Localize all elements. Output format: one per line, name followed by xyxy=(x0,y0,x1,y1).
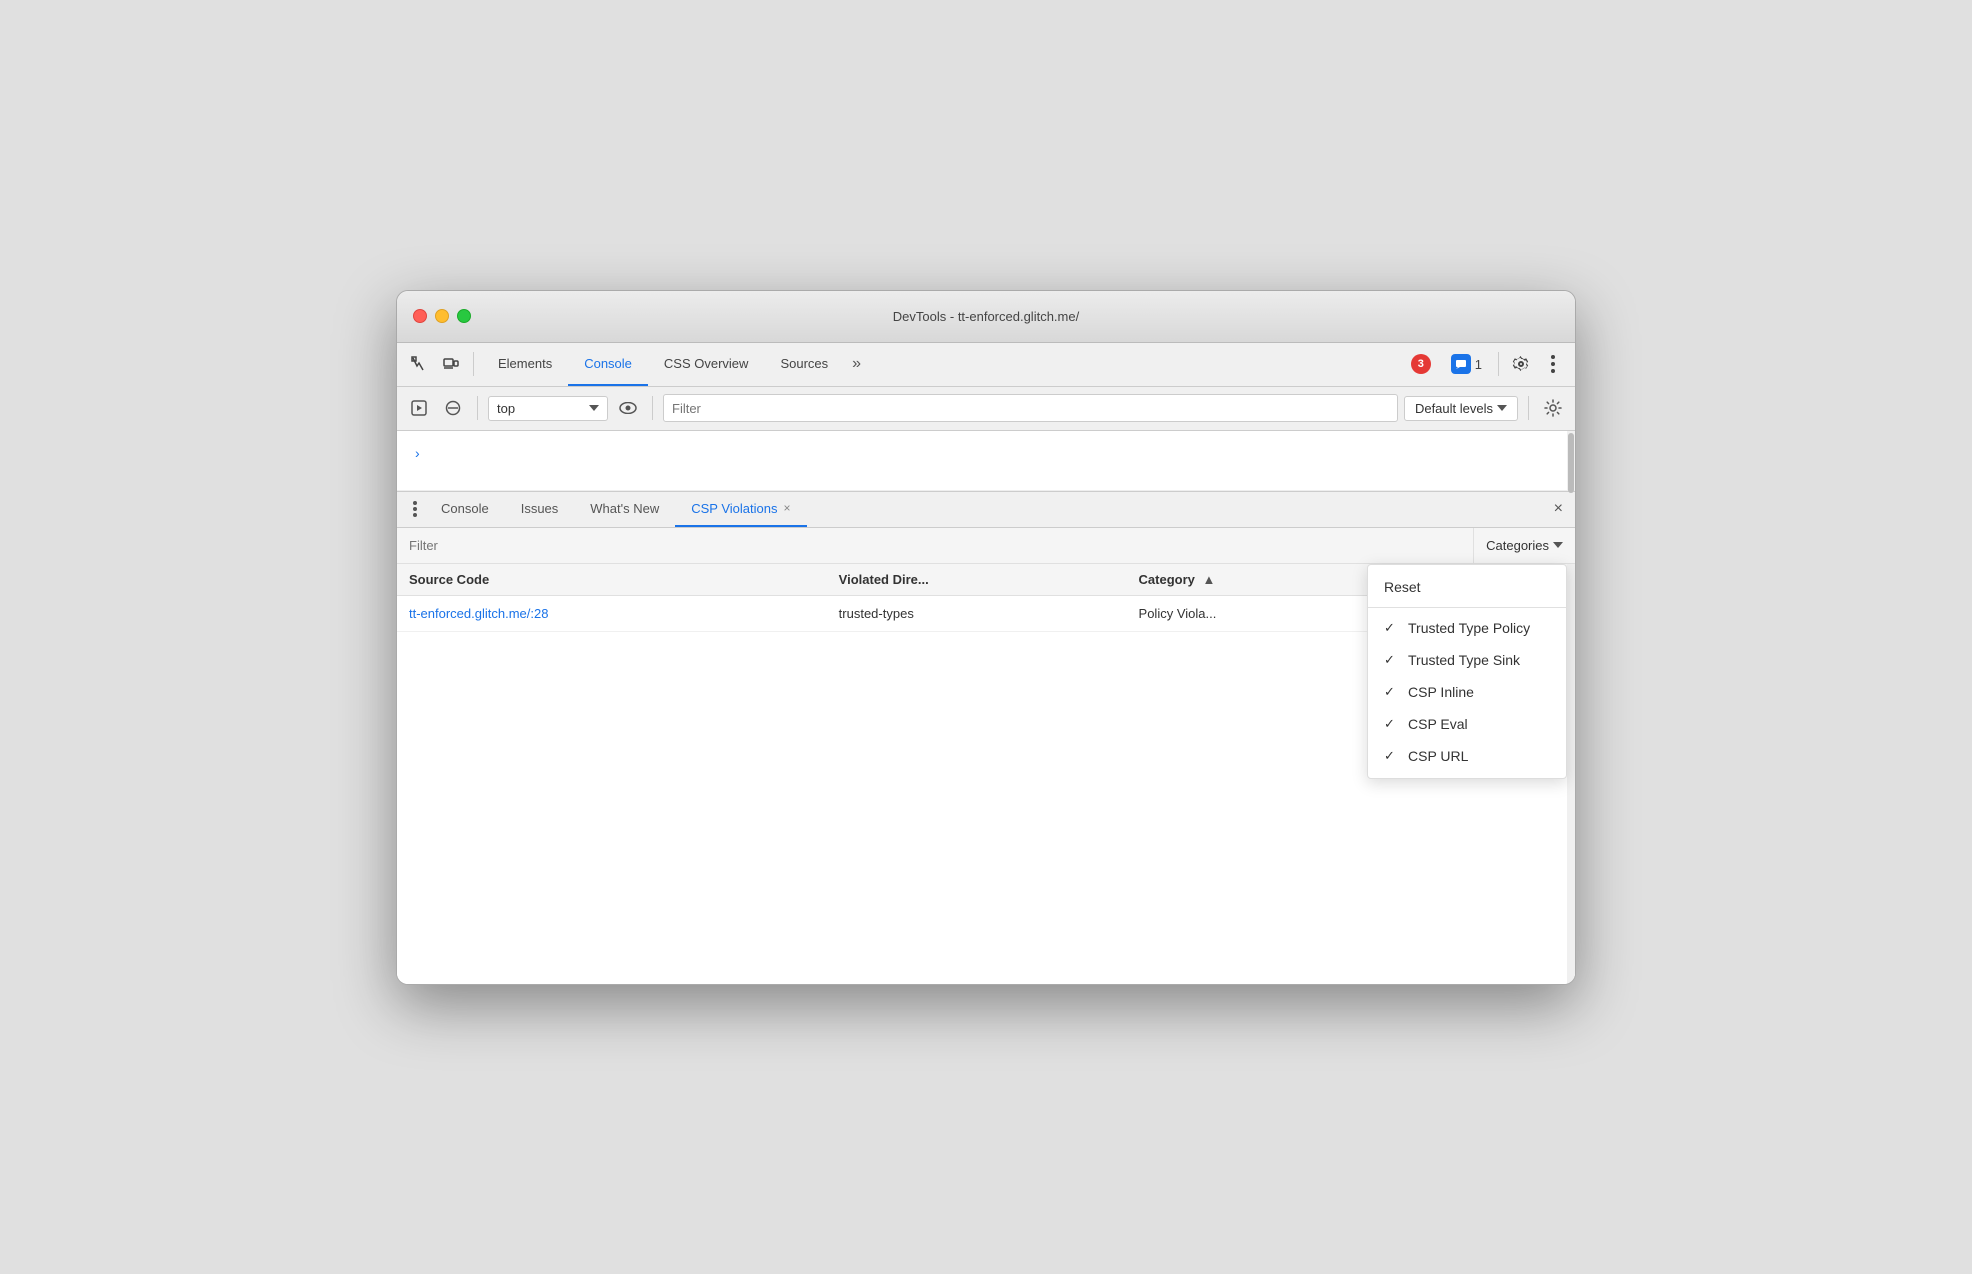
bottom-right-scrollbar[interactable] xyxy=(1567,564,1575,984)
settings-button[interactable] xyxy=(1507,350,1535,378)
tab-navigation: Elements Console CSS Overview Sources » xyxy=(482,342,1399,386)
toolbar-separator-4 xyxy=(652,396,653,420)
check-icon-3: ✓ xyxy=(1384,684,1400,700)
minimize-button[interactable] xyxy=(435,309,449,323)
bottom-content: Source Code Violated Dire... Category ▲ … xyxy=(397,564,1575,984)
check-icon-1: ✓ xyxy=(1384,620,1400,636)
tab-sources[interactable]: Sources xyxy=(764,342,844,386)
dropdown-label-3: CSP Inline xyxy=(1408,684,1474,700)
dropdown-label-5: CSP URL xyxy=(1408,748,1468,764)
clear-console-button[interactable] xyxy=(439,394,467,422)
dropdown-divider xyxy=(1368,607,1566,608)
levels-label: Default levels xyxy=(1415,401,1493,416)
check-icon-4: ✓ xyxy=(1384,716,1400,732)
check-icon-5: ✓ xyxy=(1384,748,1400,764)
close-csp-tab-button[interactable]: × xyxy=(783,501,790,515)
run-script-button[interactable] xyxy=(405,394,433,422)
message-badge xyxy=(1451,354,1471,374)
devtools-container: Elements Console CSS Overview Sources » … xyxy=(397,343,1575,984)
dropdown-item-csp-inline[interactable]: ✓ CSP Inline xyxy=(1368,676,1566,708)
tab-console-bottom[interactable]: Console xyxy=(425,491,505,527)
filter-input[interactable] xyxy=(663,394,1398,422)
check-icon-2: ✓ xyxy=(1384,652,1400,668)
inspect-element-button[interactable] xyxy=(405,350,433,378)
error-badge: 3 xyxy=(1411,354,1431,374)
csp-filter-input[interactable] xyxy=(397,528,1473,563)
toolbar-right: 3 1 xyxy=(1403,350,1567,378)
close-bottom-panel-button[interactable]: × xyxy=(1550,496,1567,522)
tab-elements[interactable]: Elements xyxy=(482,342,568,386)
bottom-more-options-button[interactable] xyxy=(405,497,425,521)
reset-button[interactable]: Reset xyxy=(1368,571,1566,603)
second-toolbar: top Default levels xyxy=(397,387,1575,431)
close-button[interactable] xyxy=(413,309,427,323)
traffic-lights xyxy=(413,309,471,323)
more-tabs-button[interactable]: » xyxy=(844,355,869,373)
csp-violations-label: CSP Violations xyxy=(691,501,777,516)
csp-violations-content: Categories Source Code Violated Dire... xyxy=(397,528,1575,984)
categories-dropdown: Reset ✓ Trusted Type Policy ✓ Trusted Ty… xyxy=(1367,564,1567,779)
device-toolbar-button[interactable] xyxy=(437,350,465,378)
console-blue-indicator: › xyxy=(405,439,1567,467)
title-bar: DevTools - tt-enforced.glitch.me/ xyxy=(397,291,1575,343)
dropdown-label-1: Trusted Type Policy xyxy=(1408,620,1530,636)
bottom-tab-bar: Console Issues What's New CSP Violations… xyxy=(397,492,1575,528)
maximize-button[interactable] xyxy=(457,309,471,323)
dropdown-item-trusted-type-sink[interactable]: ✓ Trusted Type Sink xyxy=(1368,644,1566,676)
right-scrollbar[interactable] xyxy=(1567,431,1575,490)
cell-category: Policy Viola... xyxy=(1127,595,1395,631)
bottom-panel: Console Issues What's New CSP Violations… xyxy=(397,491,1575,984)
tab-csp-violations[interactable]: CSP Violations × xyxy=(675,491,806,527)
dropdown-label-2: Trusted Type Sink xyxy=(1408,652,1520,668)
dropdown-item-csp-url[interactable]: ✓ CSP URL xyxy=(1368,740,1566,772)
window-title: DevTools - tt-enforced.glitch.me/ xyxy=(893,309,1079,324)
devtools-window: DevTools - tt-enforced.glitch.me/ Elemen… xyxy=(396,290,1576,985)
message-count: 1 xyxy=(1475,357,1482,372)
dropdown-label-4: CSP Eval xyxy=(1408,716,1468,732)
top-toolbar: Elements Console CSS Overview Sources » … xyxy=(397,343,1575,387)
eye-filter-button[interactable] xyxy=(614,394,642,422)
toolbar-separator-5 xyxy=(1528,396,1529,420)
col-source-code[interactable]: Source Code xyxy=(397,564,827,596)
col-category[interactable]: Category ▲ xyxy=(1127,564,1395,596)
csp-filter-bar: Categories xyxy=(397,528,1575,564)
tab-whats-new[interactable]: What's New xyxy=(574,491,675,527)
context-selector[interactable]: top xyxy=(488,396,608,421)
categories-button[interactable]: Categories xyxy=(1473,528,1575,563)
cell-source-code: tt-enforced.glitch.me/:28 xyxy=(397,595,827,631)
tab-css-overview[interactable]: CSS Overview xyxy=(648,342,765,386)
toolbar-separator-3 xyxy=(477,396,478,420)
more-options-button[interactable] xyxy=(1539,350,1567,378)
default-levels-button[interactable]: Default levels xyxy=(1404,396,1518,421)
tab-console[interactable]: Console xyxy=(568,342,648,386)
toolbar-separator xyxy=(473,352,474,376)
dropdown-item-csp-eval[interactable]: ✓ CSP Eval xyxy=(1368,708,1566,740)
message-count-button[interactable]: 1 xyxy=(1443,350,1490,378)
console-output-area: › xyxy=(397,431,1575,491)
sort-arrow-icon: ▲ xyxy=(1203,572,1216,587)
categories-label: Categories xyxy=(1486,538,1549,553)
console-settings-button[interactable] xyxy=(1539,394,1567,422)
toolbar-separator-2 xyxy=(1498,352,1499,376)
cell-violated-dir: trusted-types xyxy=(827,595,1127,631)
error-count-button[interactable]: 3 xyxy=(1403,350,1439,378)
tab-issues[interactable]: Issues xyxy=(505,491,575,527)
scrollbar-thumb[interactable] xyxy=(1568,433,1574,493)
dropdown-item-trusted-type-policy[interactable]: ✓ Trusted Type Policy xyxy=(1368,612,1566,644)
source-link[interactable]: tt-enforced.glitch.me/:28 xyxy=(409,606,548,621)
context-label: top xyxy=(497,401,515,416)
col-violated-dir[interactable]: Violated Dire... xyxy=(827,564,1127,596)
